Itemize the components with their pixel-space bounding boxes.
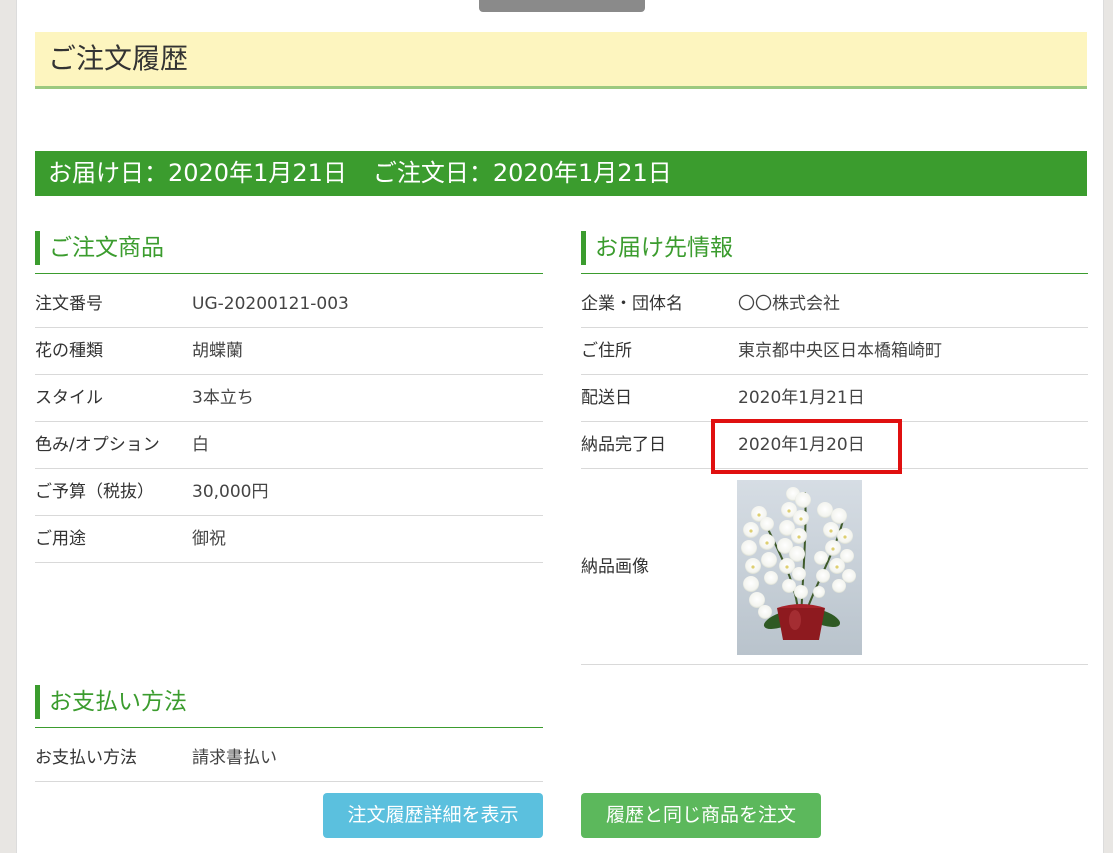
table-row: 花の種類 胡蝶蘭 bbox=[35, 328, 543, 375]
row-label: 注文番号 bbox=[35, 294, 103, 314]
section-shipping: お届け先情報 bbox=[581, 231, 1088, 274]
section-marker bbox=[35, 231, 40, 265]
section-marker bbox=[35, 685, 40, 719]
row-value: UG-20200121-003 bbox=[192, 294, 349, 314]
orchid-photo bbox=[737, 480, 862, 655]
row-value: 〇〇株式会社 bbox=[738, 294, 840, 314]
row-label: お支払い方法 bbox=[35, 748, 137, 768]
row-value: 3本立ち bbox=[192, 388, 254, 408]
section-order-items-heading: ご注文商品 bbox=[49, 235, 164, 261]
section-shipping-heading: お届け先情報 bbox=[595, 235, 733, 261]
reorder-same-items-button[interactable]: 履歴と同じ商品を注文 bbox=[581, 793, 821, 838]
section-payment: お支払い方法 bbox=[35, 685, 543, 728]
row-label: ご住所 bbox=[581, 341, 632, 361]
payment-table: お支払い方法 請求書払い bbox=[35, 735, 543, 782]
table-row: 企業・団体名 〇〇株式会社 bbox=[581, 281, 1088, 328]
row-label: 納品画像 bbox=[581, 557, 649, 577]
table-row: 配送日 2020年1月21日 bbox=[581, 375, 1088, 422]
row-value: 30,000円 bbox=[192, 482, 269, 502]
section-order-items: ご注文商品 bbox=[35, 231, 543, 274]
row-value: 2020年1月21日 bbox=[738, 388, 865, 408]
row-value: 請求書払い bbox=[192, 748, 277, 768]
table-row: ご住所 東京都中央区日本橋箱崎町 bbox=[581, 328, 1088, 375]
section-payment-heading: お支払い方法 bbox=[49, 689, 187, 715]
table-row: 注文番号 UG-20200121-003 bbox=[35, 281, 543, 328]
row-value: 白 bbox=[192, 435, 209, 455]
row-label: 企業・団体名 bbox=[581, 294, 683, 314]
row-label: 花の種類 bbox=[35, 341, 103, 361]
row-label: 納品完了日 bbox=[581, 435, 666, 455]
table-row: 色み/オプション 白 bbox=[35, 422, 543, 469]
row-label: ご予算（税抜） bbox=[35, 482, 154, 502]
table-row: スタイル 3本立ち bbox=[35, 375, 543, 422]
row-label: ご用途 bbox=[35, 529, 86, 549]
table-row: お支払い方法 請求書払い bbox=[35, 735, 543, 782]
page-title: ご注文履歴 bbox=[35, 32, 1087, 89]
row-label: 配送日 bbox=[581, 388, 632, 408]
row-value: 胡蝶蘭 bbox=[192, 341, 243, 361]
row-label: 色み/オプション bbox=[35, 435, 160, 455]
order-date: ご注文日：2020年1月21日 bbox=[372, 159, 672, 187]
row-label: スタイル bbox=[35, 388, 103, 408]
section-marker bbox=[581, 231, 586, 265]
top-tab-handle[interactable] bbox=[479, 0, 645, 12]
date-banner: お届け日：2020年1月21日 ご注文日：2020年1月21日 bbox=[35, 151, 1087, 196]
row-value: 東京都中央区日本橋箱崎町 bbox=[738, 341, 942, 361]
order-items-table: 注文番号 UG-20200121-003 花の種類 胡蝶蘭 スタイル 3本立ち … bbox=[35, 281, 543, 563]
delivery-date: お届け日：2020年1月21日 bbox=[48, 159, 347, 187]
view-order-detail-button[interactable]: 注文履歴詳細を表示 bbox=[323, 793, 543, 838]
highlight-box bbox=[711, 419, 902, 474]
table-row: ご予算（税抜） 30,000円 bbox=[35, 469, 543, 516]
table-row: ご用途 御祝 bbox=[35, 516, 543, 563]
row-value: 御祝 bbox=[192, 529, 226, 549]
